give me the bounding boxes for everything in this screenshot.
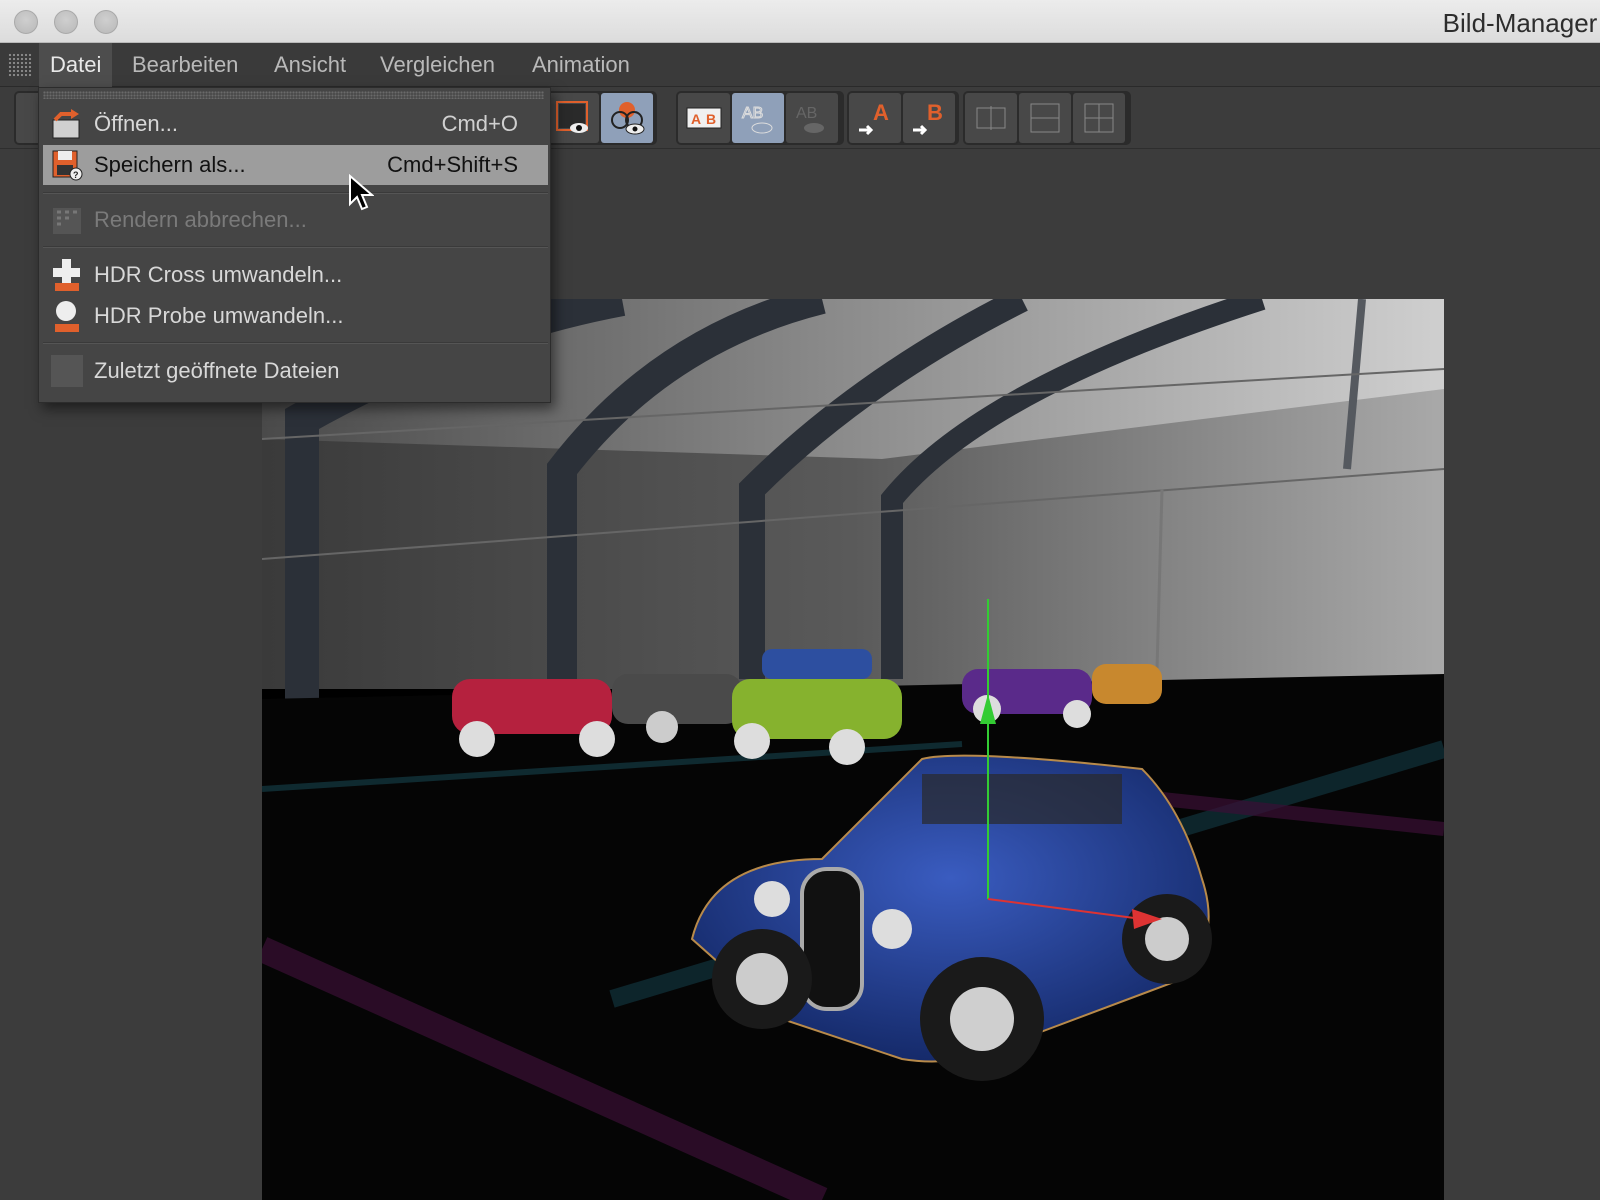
toolbar-split-horizontal-button[interactable] <box>1019 93 1071 143</box>
menu-item-label: HDR Probe umwandeln... <box>94 303 344 328</box>
close-window-button[interactable] <box>14 10 38 34</box>
set-b-arrow-icon: B <box>913 100 943 136</box>
open-folder-icon <box>52 109 80 139</box>
menu-separator <box>43 192 548 194</box>
color-channels-icon <box>611 102 645 135</box>
menu-item-label: Öffnen... <box>94 111 178 136</box>
menu-item-shortcut: Cmd+O <box>441 111 518 136</box>
image-manager-window: Bild-Manager Datei Bearbeiten Ansicht Ve… <box>0 0 1600 1200</box>
small-blue-car <box>762 649 872 679</box>
split-horizontal-icon <box>1030 103 1060 133</box>
zoom-window-button[interactable] <box>94 10 118 34</box>
menu-item-label: HDR Cross umwandeln... <box>94 262 343 287</box>
menu-tearoff-grip[interactable] <box>43 91 544 99</box>
menu-vergleichen[interactable]: Vergleichen <box>369 43 506 87</box>
menu-bearbeiten[interactable]: Bearbeiten <box>121 43 249 87</box>
menu-item-label: Rendern abbrechen... <box>94 207 307 232</box>
toolbar-group-view <box>545 91 657 145</box>
menu-animation[interactable]: Animation <box>521 43 641 87</box>
toolbar-show-image-button[interactable] <box>547 93 599 143</box>
toolbar-ab-hidden-button[interactable]: AB <box>786 93 838 143</box>
toolbar-set-b-button[interactable]: B <box>903 93 955 143</box>
split-grid-icon <box>1084 103 1114 133</box>
ab-icon: A B <box>686 107 722 129</box>
svg-text:B: B <box>706 111 716 127</box>
svg-text:B: B <box>927 100 943 125</box>
toolbar-group-split <box>963 91 1131 145</box>
image-eye-icon <box>556 101 588 133</box>
menu-ansicht[interactable]: Ansicht <box>263 43 357 87</box>
split-vertical-icon <box>976 106 1006 130</box>
menu-item-shortcut: Cmd+Shift+S <box>387 152 518 177</box>
menu-item-cancel-render[interactable]: Rendern abbrechen... <box>43 200 548 240</box>
toolbar-group-ab: A B AB AB <box>676 91 844 145</box>
recent-files-icon <box>51 355 83 387</box>
save-as-icon: ? <box>52 150 83 181</box>
menu-item-label: Speichern als... <box>94 152 246 177</box>
svg-text:AB: AB <box>742 105 763 122</box>
ab-eye-gray-icon: AB <box>796 105 824 133</box>
svg-text:AB: AB <box>796 105 817 122</box>
toolbar-channels-button[interactable] <box>601 93 653 143</box>
mouse-cursor-icon <box>349 174 374 211</box>
orange-car <box>1092 664 1162 704</box>
ab-eye-icon: AB <box>742 105 773 134</box>
toolbar-split-grid-button[interactable] <box>1073 93 1125 143</box>
render-image-view[interactable] <box>262 299 1444 1200</box>
rendered-garage-image <box>262 299 1444 1200</box>
menu-item-save-as[interactable]: ? Speichern als... Cmd+Shift+S <box>43 145 548 185</box>
toolbar-ab-button[interactable]: A B <box>678 93 730 143</box>
svg-text:A: A <box>873 100 889 125</box>
menu-item-label: Zuletzt geöffnete Dateien <box>94 358 340 383</box>
menu-separator <box>43 342 548 344</box>
svg-text:A: A <box>691 111 701 127</box>
menu-separator <box>43 246 548 248</box>
cancel-render-icon <box>53 208 81 234</box>
toolbar-ab-eye-button[interactable]: AB <box>732 93 784 143</box>
minimize-window-button[interactable] <box>54 10 78 34</box>
set-a-arrow-icon: A <box>859 100 889 136</box>
toolbar-split-vertical-button[interactable] <box>965 93 1017 143</box>
menu-item-recent-files[interactable]: Zuletzt geöffnete Dateien <box>43 351 548 391</box>
menu-item-open[interactable]: Öffnen... Cmd+O <box>43 104 548 144</box>
svg-text:?: ? <box>73 170 79 180</box>
toolbar-group-ab-set: A B <box>847 91 959 145</box>
menu-grip-icon[interactable] <box>8 53 32 77</box>
menu-datei[interactable]: Datei <box>39 43 113 87</box>
hdr-cross-icon <box>53 259 80 291</box>
toolbar-set-a-button[interactable]: A <box>849 93 901 143</box>
title-bar: Bild-Manager <box>0 0 1600 43</box>
menu-item-hdr-probe[interactable]: HDR Probe umwandeln... <box>43 296 548 336</box>
menu-bar: Datei Bearbeiten Ansicht Vergleichen Ani… <box>0 43 1600 87</box>
hdr-probe-icon <box>55 301 79 332</box>
datei-dropdown-menu: Öffnen... Cmd+O ? Speichern als... Cmd+S… <box>38 87 551 403</box>
menu-item-hdr-cross[interactable]: HDR Cross umwandeln... <box>43 255 548 295</box>
